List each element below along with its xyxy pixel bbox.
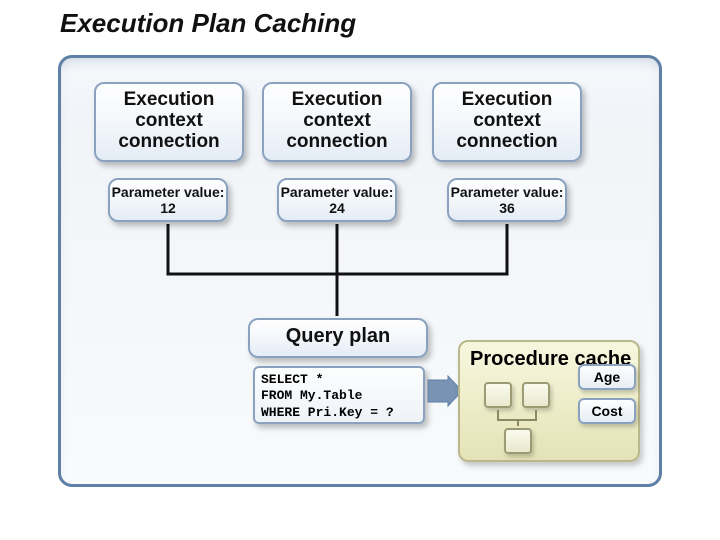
procedure-cache: Procedure cache Age Cost	[458, 340, 640, 462]
query-plan-sql: SELECT * FROM My.Table WHERE Pri.Key = ?	[253, 366, 425, 424]
badge-age: Age	[578, 364, 636, 390]
query-plan-box: Query plan	[248, 318, 428, 358]
badge-cost: Cost	[578, 398, 636, 424]
arrow-to-cache	[428, 376, 462, 406]
